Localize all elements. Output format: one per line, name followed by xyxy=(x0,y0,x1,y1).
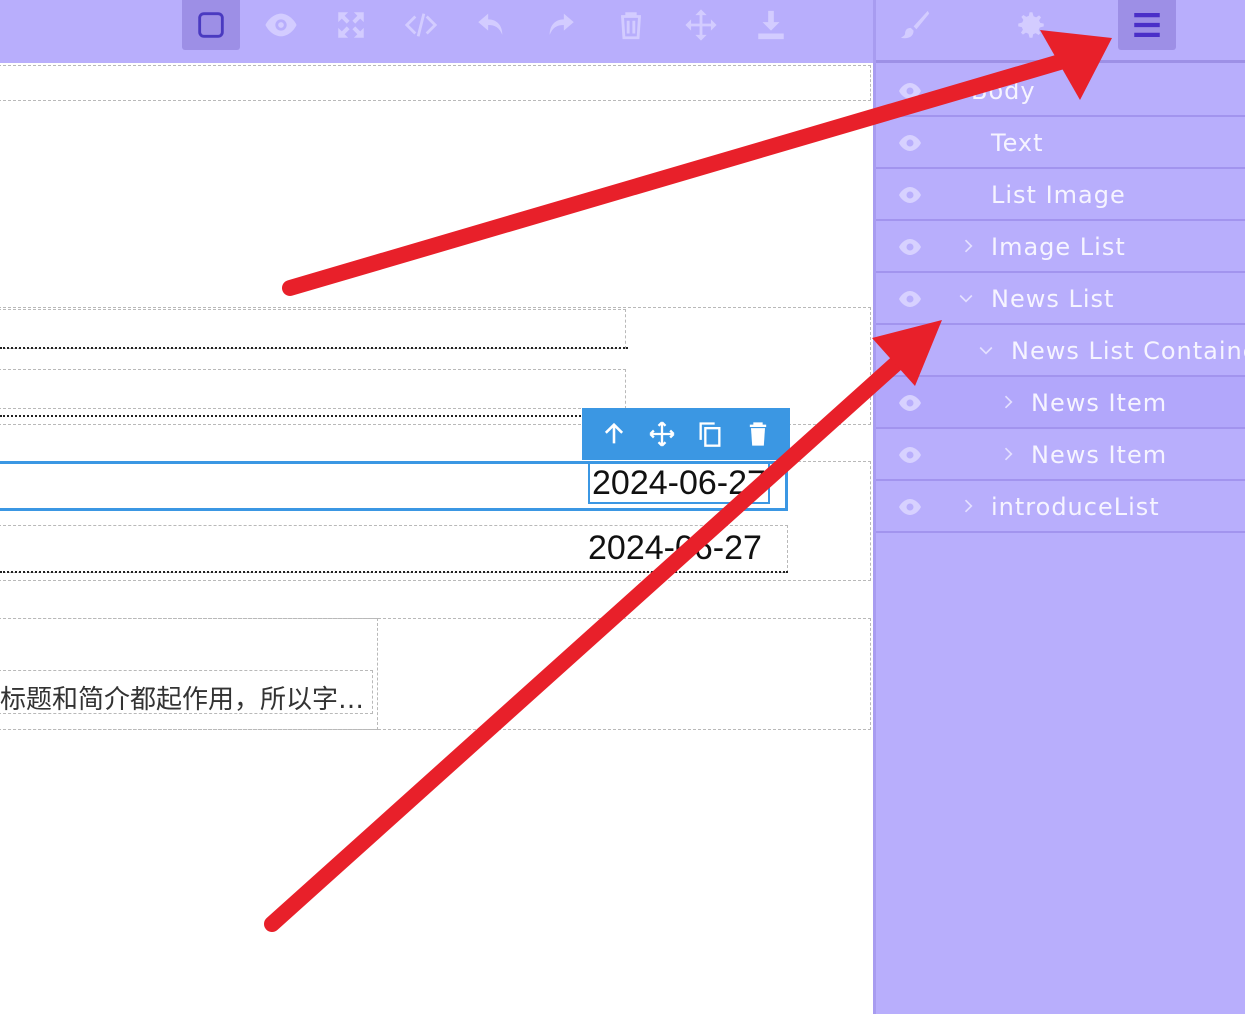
move-icon[interactable] xyxy=(647,419,677,449)
chevron-down-icon[interactable] xyxy=(956,287,976,309)
layers-menu-icon[interactable] xyxy=(1118,0,1176,50)
item-divider xyxy=(0,415,584,417)
brush-icon[interactable] xyxy=(886,0,944,50)
layer-label: News List xyxy=(991,285,1115,313)
square-icon[interactable] xyxy=(182,0,240,50)
layer-label: List Image xyxy=(991,181,1126,209)
eye-icon[interactable] xyxy=(896,391,924,415)
trash-icon[interactable] xyxy=(602,0,660,50)
chevron-right-icon[interactable] xyxy=(998,443,1018,465)
panel-header xyxy=(876,0,1245,63)
code-icon[interactable] xyxy=(392,0,450,50)
fullscreen-icon[interactable] xyxy=(322,0,380,50)
canvas-block[interactable] xyxy=(0,65,871,101)
move-icon[interactable] xyxy=(672,0,730,50)
date-text-selected[interactable]: 2024-06-27 xyxy=(588,462,770,504)
layer-label: News Item xyxy=(1031,441,1168,469)
eye-icon[interactable] xyxy=(896,287,924,311)
selection-toolbar xyxy=(582,408,790,460)
chevron-right-icon[interactable] xyxy=(998,391,1018,413)
layer-label: Text xyxy=(991,129,1044,157)
layer-row-introduce-list[interactable]: introduceList xyxy=(876,481,1245,533)
layer-panel: Body Text List Image Image List News Lis… xyxy=(873,0,1245,1014)
eye-icon[interactable] xyxy=(896,443,924,467)
item-divider xyxy=(0,571,788,573)
news-item-block[interactable] xyxy=(0,369,626,409)
editor-canvas[interactable]: 2024-06-27 2024-06-27 标题和简介都起作用，所以字… xyxy=(0,63,871,1014)
intro-snippet: 标题和简介都起作用，所以字… xyxy=(0,685,365,715)
eye-icon[interactable] xyxy=(896,183,924,207)
layer-label: introduceList xyxy=(991,493,1160,521)
date-value[interactable]: 2024-06-27 xyxy=(588,462,770,504)
date-text[interactable]: 2024-06-27 xyxy=(588,531,762,565)
eye-icon[interactable] xyxy=(896,79,924,103)
layer-label: News Item xyxy=(1031,389,1168,417)
layer-row-text[interactable]: Text xyxy=(876,117,1245,169)
eye-icon[interactable] xyxy=(252,0,310,50)
layer-row-news-list[interactable]: News List xyxy=(876,273,1245,325)
eye-icon[interactable] xyxy=(896,495,924,519)
undo-icon[interactable] xyxy=(462,0,520,50)
eye-icon[interactable] xyxy=(896,235,924,259)
layer-label: News List Containe xyxy=(1011,337,1245,365)
layer-row-list-image[interactable]: List Image xyxy=(876,169,1245,221)
layer-label: Body xyxy=(971,77,1036,105)
editor-toolbar xyxy=(0,0,873,63)
gear-icon[interactable] xyxy=(1002,0,1060,50)
chevron-right-icon[interactable] xyxy=(958,495,978,517)
layer-row-news-item[interactable]: News Item xyxy=(876,377,1245,429)
layer-row-body[interactable]: Body xyxy=(876,65,1245,117)
layer-row-news-list-container[interactable]: News List Containe xyxy=(876,325,1245,377)
arrow-up-icon[interactable] xyxy=(599,419,629,449)
chevron-down-icon[interactable] xyxy=(976,339,996,361)
layer-row-image-list[interactable]: Image List xyxy=(876,221,1245,273)
eye-icon[interactable] xyxy=(896,131,924,155)
layer-label: Image List xyxy=(991,233,1126,261)
delete-icon[interactable] xyxy=(743,419,773,449)
copy-icon[interactable] xyxy=(695,419,725,449)
item-divider xyxy=(0,347,628,349)
download-icon[interactable] xyxy=(742,0,800,50)
redo-icon[interactable] xyxy=(532,0,590,50)
news-item-block[interactable] xyxy=(0,309,626,349)
chevron-right-icon[interactable] xyxy=(958,235,978,257)
layer-row-news-item[interactable]: News Item xyxy=(876,429,1245,481)
